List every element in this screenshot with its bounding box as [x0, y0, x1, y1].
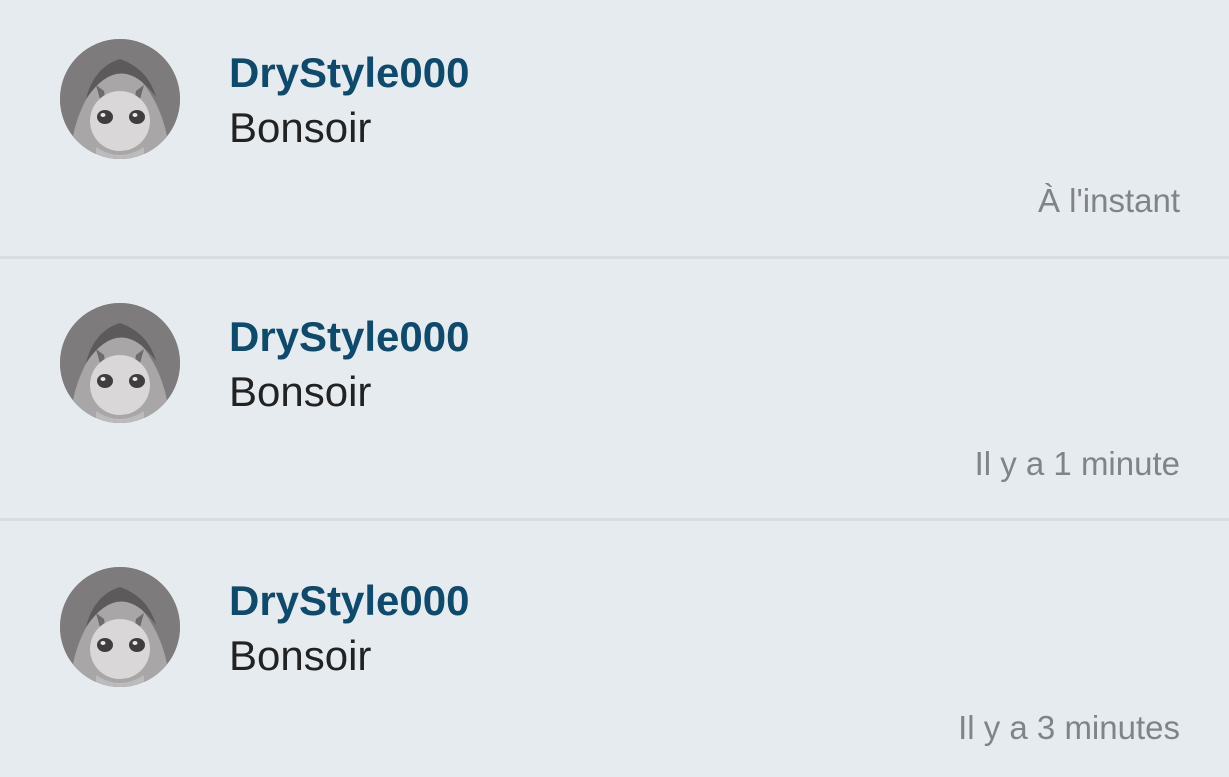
avatar-image: [60, 303, 180, 423]
avatar[interactable]: [60, 303, 180, 423]
message-text: Bonsoir: [229, 368, 372, 415]
username[interactable]: DryStyle000: [229, 52, 470, 94]
username[interactable]: DryStyle000: [229, 580, 470, 622]
avatar[interactable]: [60, 39, 180, 159]
avatar[interactable]: [60, 567, 180, 687]
avatar-image: [60, 567, 180, 687]
timestamp: Il y a 1 minute: [974, 445, 1180, 482]
list-item[interactable]: DryStyle000 Bonsoir Il y a 1 minute: [0, 259, 1229, 518]
avatar-image: [60, 39, 180, 159]
username[interactable]: DryStyle000: [229, 316, 470, 358]
timestamp: Il y a 3 minutes: [958, 709, 1180, 746]
timestamp: À l'instant: [1037, 182, 1180, 219]
list-item[interactable]: DryStyle000 Bonsoir Il y a 3 minutes: [0, 521, 1229, 777]
message-text: Bonsoir: [229, 632, 372, 679]
list-item[interactable]: DryStyle000 Bonsoir À l'instant: [0, 0, 1229, 256]
message-list: DryStyle000 Bonsoir À l'instant DryStyle…: [0, 0, 1229, 777]
message-text: Bonsoir: [229, 104, 372, 151]
